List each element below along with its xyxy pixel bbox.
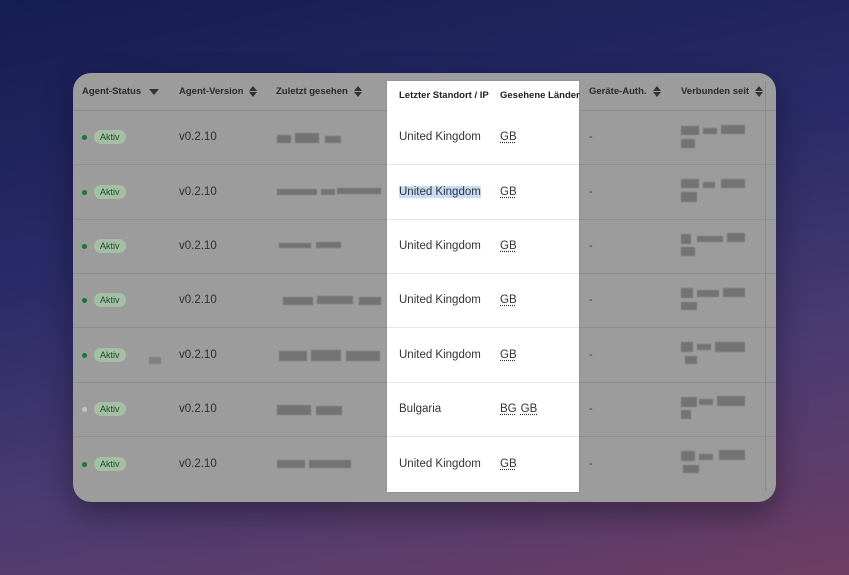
table-row-highlight: United Kingdom GB xyxy=(387,110,579,165)
location-cell: United Kingdom xyxy=(399,165,481,219)
header-device-auth[interactable]: Geräte-Auth. xyxy=(589,73,661,110)
agent-status-cell: Aktiv xyxy=(82,328,126,382)
countries-cell: GB xyxy=(500,165,517,219)
agent-status-cell: Aktiv xyxy=(82,219,126,273)
status-badge: Aktiv xyxy=(94,239,126,253)
location-cell: United Kingdom xyxy=(399,131,481,143)
table-row-highlight: United Kingdom GB xyxy=(387,165,579,220)
status-badge: Aktiv xyxy=(94,293,126,307)
header-label: Zuletzt gesehen xyxy=(276,86,348,97)
agent-version-cell: v0.2.10 xyxy=(179,403,217,415)
country-code[interactable]: GB xyxy=(500,458,517,470)
status-dot-icon xyxy=(82,461,87,467)
header-agent-version[interactable]: Agent-Version xyxy=(179,73,258,110)
location-cell: United Kingdom xyxy=(399,294,481,306)
status-dot-icon xyxy=(82,134,87,140)
device-auth-cell: - xyxy=(589,294,593,306)
table-row-highlight: United Kingdom GB xyxy=(387,437,579,491)
sort-updown-icon[interactable] xyxy=(755,85,764,98)
selected-text: United Kingdom xyxy=(399,186,481,198)
status-badge: Aktiv xyxy=(94,185,126,199)
country-code[interactable]: GB xyxy=(500,186,517,198)
country-code[interactable]: GB xyxy=(500,294,517,306)
agent-status-cell: Aktiv xyxy=(82,110,126,164)
agent-status-cell: Aktiv xyxy=(82,165,126,219)
status-dot-icon xyxy=(82,297,87,303)
location-cell: Bulgaria xyxy=(399,403,442,415)
sort-desc-icon[interactable] xyxy=(149,88,160,95)
status-dot-icon xyxy=(82,406,87,412)
header-label: Agent-Status xyxy=(82,86,142,97)
agent-version-cell: v0.2.10 xyxy=(179,240,217,252)
agents-table-card: Agent-Status Agent-Version Zuletzt geseh… xyxy=(73,73,776,502)
header-last-seen[interactable]: Zuletzt gesehen xyxy=(276,73,362,110)
sort-updown-icon[interactable] xyxy=(353,85,362,98)
agent-status-cell: Aktiv xyxy=(82,437,126,491)
status-badge: Aktiv xyxy=(94,130,126,144)
status-dot-icon xyxy=(82,243,87,249)
header-countries-seen[interactable]: Gesehene Länder xyxy=(500,81,580,109)
status-badge: Aktiv xyxy=(94,348,126,362)
sort-updown-icon[interactable] xyxy=(249,85,258,98)
status-badge: Aktiv xyxy=(94,457,126,471)
header-agent-status[interactable]: Agent-Status xyxy=(82,73,160,110)
countries-cell: GB xyxy=(500,110,517,164)
status-dot-icon xyxy=(82,352,87,358)
country-code[interactable]: BG xyxy=(500,403,517,415)
device-auth-cell: - xyxy=(589,186,593,198)
sort-updown-icon[interactable] xyxy=(652,85,661,98)
status-badge: Aktiv xyxy=(94,402,126,416)
agent-status-cell: Aktiv xyxy=(82,273,126,327)
table-row-highlight: Bulgaria BG GB xyxy=(387,382,579,437)
card-inner-divider xyxy=(765,82,766,491)
device-auth-cell: - xyxy=(589,131,593,143)
status-dot-icon xyxy=(82,189,87,195)
country-code[interactable]: GB xyxy=(500,349,517,361)
header-label: Agent-Version xyxy=(179,86,244,97)
header-last-location[interactable]: Letzter Standort / IP xyxy=(399,81,489,109)
agent-version-cell: v0.2.10 xyxy=(179,294,217,306)
table-row-highlight: United Kingdom GB xyxy=(387,219,579,274)
country-code[interactable]: GB xyxy=(521,403,538,415)
device-auth-cell: - xyxy=(589,458,593,470)
table-row-highlight: United Kingdom GB xyxy=(387,328,579,383)
device-auth-cell: - xyxy=(589,403,593,415)
location-cell: United Kingdom xyxy=(399,240,481,252)
countries-cell: GB xyxy=(500,219,517,273)
agent-version-cell: v0.2.10 xyxy=(179,458,217,470)
device-auth-cell: - xyxy=(589,349,593,361)
agent-version-cell: v0.2.10 xyxy=(179,131,217,143)
device-auth-cell: - xyxy=(589,240,593,252)
header-connected-since[interactable]: Verbunden seit xyxy=(681,73,764,110)
header-label: Geräte-Auth. xyxy=(589,86,647,97)
country-code[interactable]: GB xyxy=(500,131,517,143)
countries-cell: GB xyxy=(500,328,517,382)
country-code[interactable]: GB xyxy=(500,240,517,252)
header-label: Letzter Standort / IP xyxy=(399,89,489,101)
highlighted-columns: Letzter Standort / IP Gesehene Länder Un… xyxy=(387,81,580,492)
location-cell: United Kingdom xyxy=(399,458,481,470)
countries-cell: GB xyxy=(500,437,517,491)
header-label: Verbunden seit xyxy=(681,86,750,97)
header-label: Gesehene Länder xyxy=(500,89,580,101)
agent-version-cell: v0.2.10 xyxy=(179,349,217,361)
agent-status-cell: Aktiv xyxy=(82,382,126,436)
table-row-highlight: United Kingdom GB xyxy=(387,273,579,328)
countries-cell: BG GB xyxy=(500,382,537,436)
location-cell: United Kingdom xyxy=(399,349,481,361)
agent-version-cell: v0.2.10 xyxy=(179,186,217,198)
countries-cell: GB xyxy=(500,273,517,327)
